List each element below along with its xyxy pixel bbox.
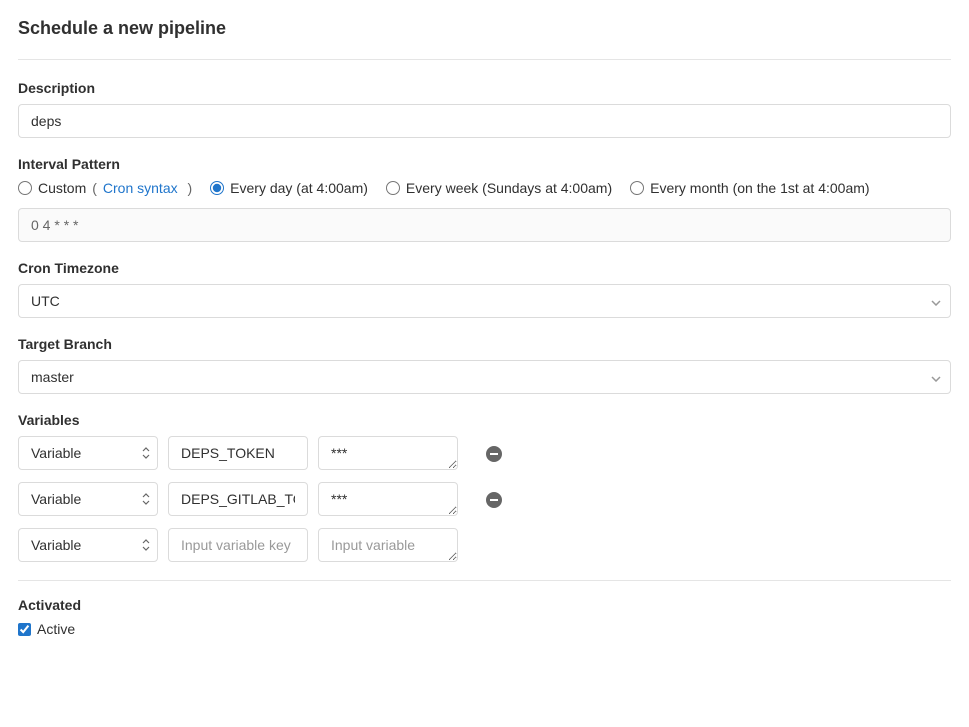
interval-group: Interval Pattern Custom ( Cron syntax ) E… xyxy=(18,156,951,242)
activated-group: Activated Active xyxy=(18,597,951,637)
target-branch-select-wrapper: master xyxy=(18,360,951,394)
timezone-select[interactable]: UTC xyxy=(18,284,951,318)
interval-option-custom[interactable]: Custom ( Cron syntax ) xyxy=(18,180,192,196)
variable-value-input[interactable] xyxy=(318,528,458,562)
variables-label: Variables xyxy=(18,412,951,428)
variable-row-empty: Variable xyxy=(18,528,951,562)
timezone-group: Cron Timezone UTC xyxy=(18,260,951,318)
variable-type-select[interactable]: Variable xyxy=(18,436,158,470)
active-checkbox-label: Active xyxy=(37,621,75,637)
paren-close: ) xyxy=(184,180,193,196)
interval-option-weekly[interactable]: Every week (Sundays at 4:00am) xyxy=(386,180,612,196)
variable-row: Variable *** xyxy=(18,482,951,516)
timezone-label: Cron Timezone xyxy=(18,260,951,276)
interval-daily-label: Every day (at 4:00am) xyxy=(230,180,368,196)
variable-type-select[interactable]: Variable xyxy=(18,482,158,516)
variable-type-select[interactable]: Variable xyxy=(18,528,158,562)
paren-open: ( xyxy=(92,180,97,196)
variable-key-input[interactable] xyxy=(168,436,308,470)
interval-custom-label: Custom xyxy=(38,180,86,196)
divider xyxy=(18,580,951,581)
interval-radio-monthly[interactable] xyxy=(630,181,644,195)
description-group: Description xyxy=(18,80,951,138)
description-label: Description xyxy=(18,80,951,96)
interval-radio-custom[interactable] xyxy=(18,181,32,195)
timezone-select-wrapper: UTC xyxy=(18,284,951,318)
minus-icon xyxy=(490,499,498,501)
target-branch-select[interactable]: master xyxy=(18,360,951,394)
variable-type-wrapper: Variable xyxy=(18,436,158,470)
target-branch-group: Target Branch master xyxy=(18,336,951,394)
interval-radio-group: Custom ( Cron syntax ) Every day (at 4:00… xyxy=(18,180,951,196)
interval-label: Interval Pattern xyxy=(18,156,951,172)
variable-type-wrapper: Variable xyxy=(18,482,158,516)
active-checkbox-row[interactable]: Active xyxy=(18,621,951,637)
divider xyxy=(18,59,951,60)
interval-radio-daily[interactable] xyxy=(210,181,224,195)
active-checkbox[interactable] xyxy=(18,623,31,636)
remove-variable-button[interactable] xyxy=(486,446,502,462)
minus-icon xyxy=(490,453,498,455)
variable-value-input[interactable]: *** xyxy=(318,482,458,516)
variables-group: Variables Variable *** Variable *** xyxy=(18,412,951,562)
target-branch-label: Target Branch xyxy=(18,336,951,352)
variable-key-input[interactable] xyxy=(168,528,308,562)
cron-expression-input xyxy=(18,208,951,242)
interval-option-monthly[interactable]: Every month (on the 1st at 4:00am) xyxy=(630,180,869,196)
variable-row: Variable *** xyxy=(18,436,951,470)
interval-radio-weekly[interactable] xyxy=(386,181,400,195)
cron-syntax-link[interactable]: Cron syntax xyxy=(103,180,178,196)
variable-value-input[interactable]: *** xyxy=(318,436,458,470)
interval-option-daily[interactable]: Every day (at 4:00am) xyxy=(210,180,368,196)
interval-weekly-label: Every week (Sundays at 4:00am) xyxy=(406,180,612,196)
interval-monthly-label: Every month (on the 1st at 4:00am) xyxy=(650,180,869,196)
variable-type-wrapper: Variable xyxy=(18,528,158,562)
remove-variable-button[interactable] xyxy=(486,492,502,508)
page-title: Schedule a new pipeline xyxy=(18,18,951,39)
description-input[interactable] xyxy=(18,104,951,138)
activated-label: Activated xyxy=(18,597,951,613)
variable-key-input[interactable] xyxy=(168,482,308,516)
